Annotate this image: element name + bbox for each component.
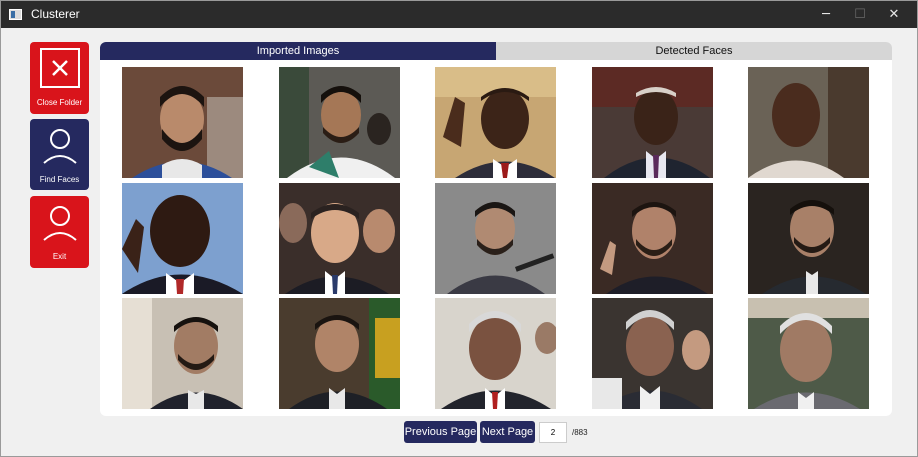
exit-label: Exit [52, 252, 67, 261]
previous-page-button[interactable]: Previous Page [404, 421, 477, 443]
image-thumbnail[interactable] [279, 183, 400, 294]
tab-imported-images[interactable]: Imported Images [100, 42, 496, 60]
image-thumbnail[interactable] [748, 298, 869, 409]
close-folder-label: Close Folder [36, 98, 83, 107]
minimize-button[interactable]: ─ [809, 1, 843, 28]
close-x-icon [40, 48, 80, 88]
image-thumbnail[interactable] [122, 298, 243, 409]
page-total: /883 [572, 428, 588, 437]
find-faces-button[interactable]: Find Faces [30, 119, 89, 190]
close-folder-button[interactable]: Close Folder [30, 42, 89, 114]
image-thumbnail[interactable] [435, 67, 556, 178]
image-thumbnail[interactable] [592, 298, 713, 409]
next-page-button[interactable]: Next Page [480, 421, 535, 443]
tab-detected-faces[interactable]: Detected Faces [496, 42, 892, 60]
image-thumbnail[interactable] [592, 67, 713, 178]
close-window-button[interactable]: ✕ [877, 1, 911, 28]
app-icon [9, 9, 22, 20]
image-thumbnail[interactable] [748, 67, 869, 178]
image-thumbnail[interactable] [122, 183, 243, 294]
image-thumbnail[interactable] [748, 183, 869, 294]
image-thumbnail[interactable] [592, 183, 713, 294]
find-faces-label: Find Faces [39, 175, 80, 184]
image-panel: Imported Images Detected Faces [100, 42, 892, 416]
image-thumbnail[interactable] [279, 298, 400, 409]
user-icon [43, 206, 77, 241]
exit-button[interactable]: Exit [30, 196, 89, 268]
image-thumbnail[interactable] [122, 67, 243, 178]
image-thumbnail[interactable] [435, 298, 556, 409]
page-number-input[interactable] [539, 422, 567, 443]
user-icon [43, 129, 77, 164]
window-title: Clusterer [31, 7, 80, 21]
maximize-button[interactable]: ☐ [843, 1, 877, 28]
app-window: Clusterer ─ ☐ ✕ Close Folder Find Faces … [0, 0, 918, 457]
title-bar: Clusterer ─ ☐ ✕ [1, 1, 917, 28]
image-thumbnail[interactable] [435, 183, 556, 294]
image-thumbnail[interactable] [279, 67, 400, 178]
